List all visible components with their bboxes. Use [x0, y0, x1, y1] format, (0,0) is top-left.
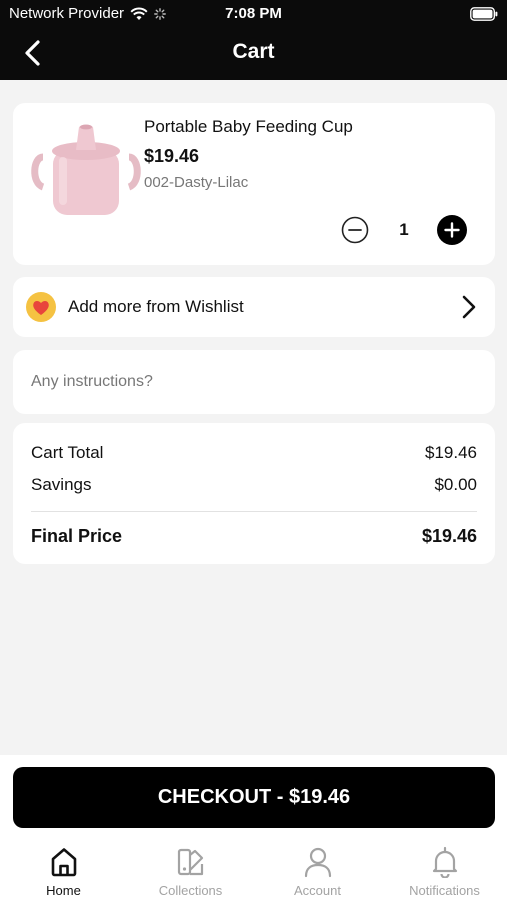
- status-bar: Network Provider 7:08 PM: [0, 0, 507, 28]
- quantity-value: 1: [399, 220, 409, 239]
- page-title: Cart: [232, 40, 275, 63]
- bell-icon: [432, 846, 458, 878]
- product-price: $19.46: [144, 146, 200, 166]
- price-summary-card: Cart Total $19.46 Savings $0.00 Final Pr…: [13, 423, 495, 564]
- nav-bar: Cart: [0, 28, 507, 80]
- summary-label: Savings: [31, 475, 92, 494]
- tab-bar: Home Collections Account Notifications: [0, 838, 507, 900]
- top-bar: Network Provider 7:08 PM Cart: [0, 0, 507, 80]
- instructions-card: [13, 350, 495, 414]
- tab-account[interactable]: Account: [254, 838, 381, 900]
- collections-icon: [177, 848, 204, 876]
- tab-label: Collections: [158, 883, 223, 898]
- heart-icon: [26, 292, 56, 322]
- checkout-button[interactable]: CHECKOUT - $19.46: [13, 767, 495, 828]
- wishlist-label: Add more from Wishlist: [68, 297, 244, 316]
- tab-home[interactable]: Home: [0, 838, 127, 900]
- product-image[interactable]: [31, 117, 141, 227]
- summary-value: $19.46: [425, 443, 477, 462]
- tab-notifications[interactable]: Notifications: [381, 838, 507, 900]
- tab-label: Account: [294, 883, 341, 898]
- product-variant: 002-Dasty-Lilac: [144, 174, 249, 191]
- home-icon: [51, 848, 77, 877]
- summary-value: $0.00: [434, 475, 477, 494]
- summary-row-final-price: Final Price $19.46: [31, 526, 477, 547]
- summary-row-cart-total: Cart Total $19.46: [31, 443, 477, 463]
- final-price-value: $19.46: [421, 526, 477, 546]
- tab-label: Notifications: [409, 883, 480, 898]
- wishlist-row[interactable]: Add more from Wishlist: [13, 277, 495, 337]
- plus-icon[interactable]: [437, 215, 467, 245]
- status-time: 7:08 PM: [225, 5, 282, 22]
- summary-label: Cart Total: [31, 443, 104, 462]
- tab-collections[interactable]: Collections: [127, 838, 254, 900]
- summary-row-savings: Savings $0.00: [31, 475, 477, 495]
- account-icon: [304, 847, 332, 878]
- chevron-right-icon: [462, 295, 476, 319]
- instructions-input[interactable]: [31, 368, 471, 396]
- final-price-label: Final Price: [31, 526, 123, 546]
- tab-label: Home: [46, 883, 81, 898]
- battery-icon: [470, 7, 498, 21]
- product-name[interactable]: Portable Baby Feeding Cup: [144, 117, 353, 137]
- cart-item-card: Portable Baby Feeding Cup $19.46 002-Das…: [13, 103, 495, 265]
- minus-icon[interactable]: [341, 216, 369, 244]
- divider: [31, 511, 477, 512]
